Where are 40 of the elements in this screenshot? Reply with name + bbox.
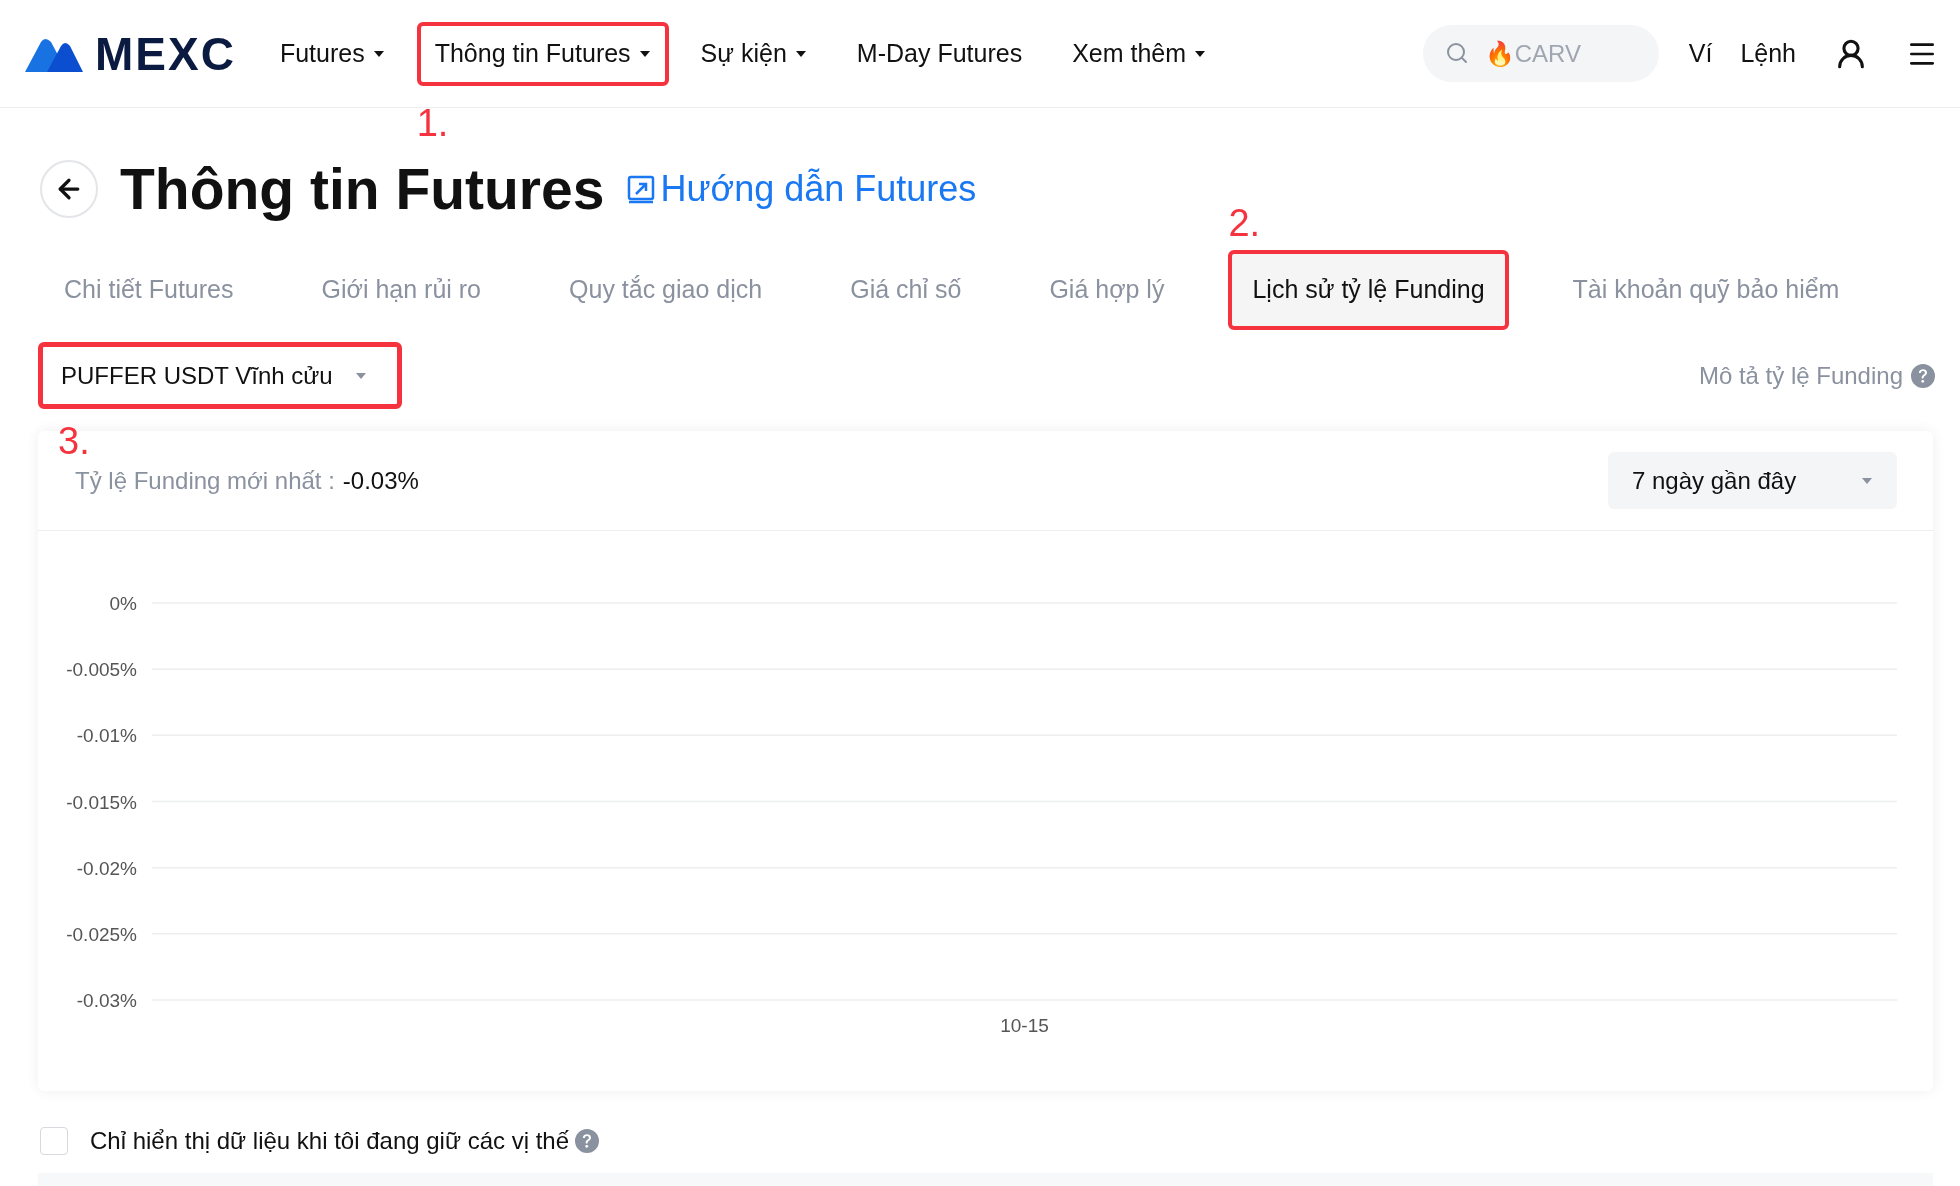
annotation-number: 2. bbox=[1228, 204, 1261, 242]
guide-icon bbox=[626, 174, 657, 204]
guide-link[interactable]: Hướng dẫn Futures bbox=[626, 162, 977, 216]
tab[interactable]: Lịch sử tỷ lệ Funding bbox=[1228, 250, 1509, 330]
caret-icon bbox=[794, 49, 807, 58]
caret-icon bbox=[1194, 49, 1207, 58]
nav-menu-item[interactable]: Futures bbox=[261, 21, 403, 86]
y-axis-label: -0.015% bbox=[66, 791, 137, 813]
annotation-number: 1. bbox=[416, 103, 449, 142]
latest-rate-value: -0.03% bbox=[342, 465, 419, 496]
y-axis-label: -0.01% bbox=[76, 725, 137, 747]
y-axis-label: 0% bbox=[109, 593, 137, 614]
header-link[interactable]: Ví bbox=[1688, 34, 1713, 73]
back-button[interactable] bbox=[40, 160, 98, 218]
caret-icon bbox=[354, 371, 367, 380]
nav-menu-item[interactable]: M-Day Futures bbox=[838, 21, 1041, 86]
logo[interactable]: MEXC bbox=[25, 30, 236, 77]
caret-icon bbox=[1861, 476, 1873, 485]
help-icon bbox=[575, 1129, 600, 1153]
nav-menu-item[interactable]: Xem thêm bbox=[1054, 21, 1225, 86]
positions-checkbox[interactable] bbox=[40, 1127, 68, 1155]
nav-menu-item[interactable]: Thông tin Futures bbox=[416, 21, 669, 86]
annotation-number: 3. bbox=[58, 422, 90, 460]
caret-icon bbox=[372, 49, 385, 58]
period-dropdown[interactable]: 7 ngày gần đây bbox=[1608, 452, 1897, 509]
contract-dropdown[interactable]: PUFFER USDT Vĩnh cửu bbox=[38, 342, 402, 409]
search-icon bbox=[1444, 41, 1469, 65]
latest-rate-label: Tỷ lệ Funding mới nhất : bbox=[75, 465, 335, 496]
y-axis-label: -0.005% bbox=[66, 659, 137, 681]
y-axis-label: -0.03% bbox=[76, 990, 137, 1011]
nav-menu-item[interactable]: Sự kiện bbox=[682, 21, 825, 86]
caret-icon bbox=[638, 49, 651, 58]
y-axis-label: -0.02% bbox=[76, 857, 137, 879]
x-axis-label: 10-15 bbox=[1000, 1015, 1049, 1036]
search-field[interactable]: 🔥CARV bbox=[1422, 25, 1659, 82]
checkbox-label: Chỉ hiển thị dữ liệu khi tôi đang giữ các vị thế bbox=[90, 1126, 570, 1156]
help-icon bbox=[1911, 363, 1935, 388]
y-axis-label: -0.025% bbox=[66, 923, 137, 945]
logo-text: MEXC bbox=[95, 30, 236, 77]
header-link[interactable]: Lệnh bbox=[1740, 34, 1796, 73]
